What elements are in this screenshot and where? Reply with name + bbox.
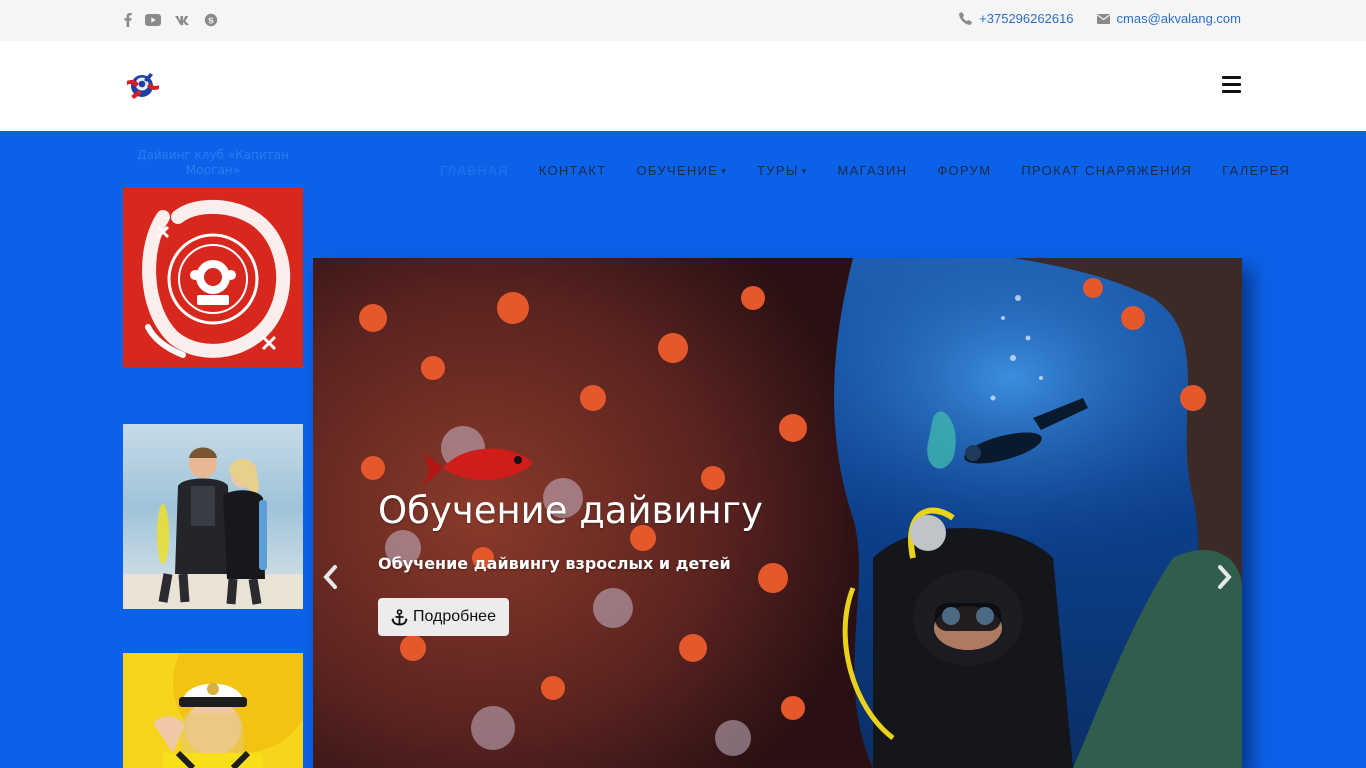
main-nav: ГЛАВНАЯ КОНТАКТ ОБУЧЕНИЕ ▾ ТУРЫ ▾ МАГАЗИН …: [440, 163, 1320, 178]
chevron-right-icon[interactable]: [1216, 564, 1234, 590]
site-logo[interactable]: [123, 69, 163, 103]
chevron-down-icon: ▾: [721, 166, 728, 176]
phone-contact: +375296262616: [959, 11, 1074, 26]
nav-item-gallery[interactable]: ГАЛЕРЕЯ: [1222, 163, 1290, 178]
nav-item-tours-label: ТУРЫ: [757, 163, 799, 178]
site-header: [0, 41, 1366, 131]
facebook-icon[interactable]: [124, 11, 132, 29]
more-button[interactable]: Подробнее: [378, 598, 509, 636]
social-links: [124, 11, 218, 29]
vk-icon[interactable]: [174, 11, 191, 29]
nav-item-home[interactable]: ГЛАВНАЯ: [440, 163, 509, 178]
nav-item-forum[interactable]: ФОРУМ: [937, 163, 991, 178]
email-link[interactable]: cmas@akvalang.com: [1117, 11, 1241, 26]
nav-item-shop[interactable]: МАГАЗИН: [837, 163, 907, 178]
phone-icon: [959, 12, 973, 25]
nav-item-contact[interactable]: КОНТАКТ: [539, 163, 607, 178]
hamburger-icon[interactable]: [1222, 76, 1241, 93]
phone-link[interactable]: +375296262616: [979, 11, 1073, 26]
captain-instructor-image[interactable]: [123, 653, 303, 768]
nav-item-training[interactable]: ОБУЧЕНИЕ ▾: [636, 163, 727, 178]
anchor-icon: [391, 608, 408, 625]
nav-item-training-label: ОБУЧЕНИЕ: [636, 163, 719, 178]
contact-info: +375296262616 cmas@akvalang.com: [959, 11, 1241, 26]
club-badge-image[interactable]: [123, 187, 303, 367]
top-bar: +375296262616 cmas@akvalang.com: [0, 0, 1366, 41]
slide-subtitle: Обучение дайвингу взрослых и детей: [378, 554, 731, 573]
nav-item-rental[interactable]: ПРОКАТ СНАРЯЖЕНИЯ: [1021, 163, 1192, 178]
chevron-left-icon[interactable]: [321, 564, 339, 590]
more-button-label: Подробнее: [413, 608, 496, 625]
email-contact: cmas@akvalang.com: [1096, 11, 1241, 26]
chevron-down-icon: ▾: [801, 166, 808, 176]
sidebar-caption: Дайвинг клуб «Капитан Морган»: [137, 148, 289, 177]
nav-item-tours[interactable]: ТУРЫ ▾: [757, 163, 807, 178]
youtube-icon[interactable]: [145, 11, 161, 29]
hero-slider: Обучение дайвингу Обучение дайвингу взро…: [313, 258, 1242, 768]
skype-icon[interactable]: [204, 11, 218, 29]
envelope-icon: [1096, 13, 1110, 24]
couple-divers-image[interactable]: [123, 424, 303, 609]
slide-title: Обучение дайвингу: [378, 489, 763, 532]
